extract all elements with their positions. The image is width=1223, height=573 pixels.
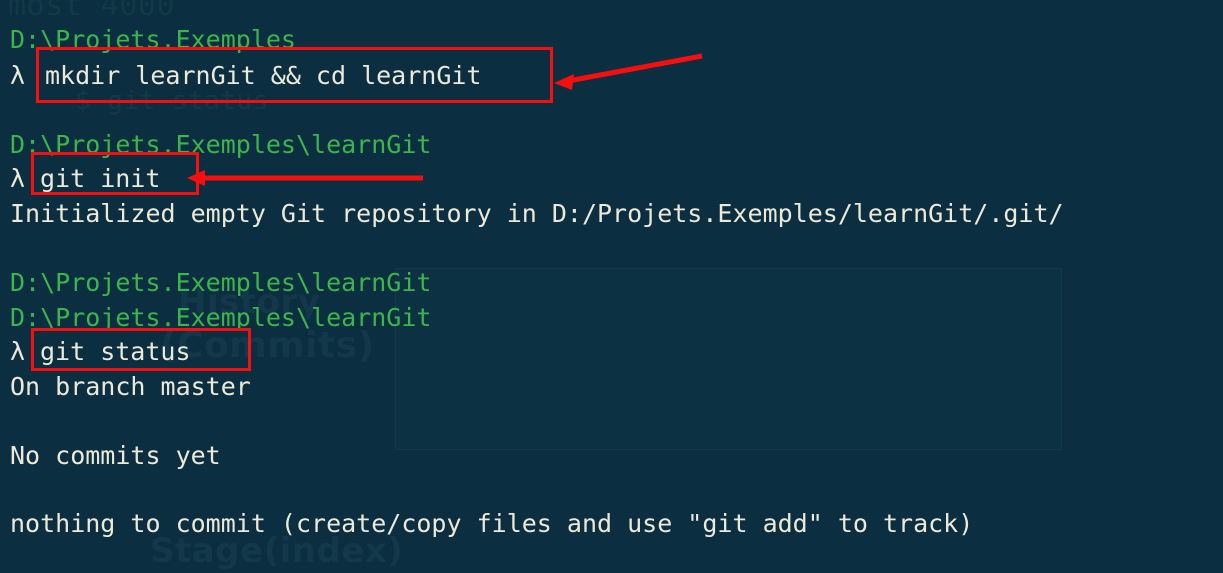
output-no-commits: No commits yet — [10, 441, 221, 470]
prompt-path-line: D:\Projets.Exemples — [10, 25, 296, 54]
terminal-output[interactable]: D:\Projets.Exemples λ mkdir learnGit && … — [0, 0, 1223, 573]
prompt-path-line: D:\Projets.Exemples\learnGit — [10, 303, 432, 332]
command-git-init[interactable]: git init — [40, 161, 160, 198]
terminal-screenshot: most 4000 $ git status History (Commits)… — [0, 0, 1223, 573]
output-nothing-to-commit: nothing to commit (create/copy files and… — [10, 509, 974, 538]
prompt-symbol: λ — [10, 337, 26, 366]
prompt-path-line: D:\Projets.Exemples\learnGit — [10, 268, 432, 297]
prompt-symbol: λ — [10, 61, 26, 90]
prompt-path-line: D:\Projets.Exemples\learnGit — [10, 130, 432, 159]
prompt-symbol: λ — [10, 164, 26, 193]
output-initialized: Initialized empty Git repository in D:/P… — [10, 199, 1064, 228]
output-branch: On branch master — [10, 372, 251, 401]
command-mkdir[interactable]: mkdir learnGit && cd learnGit — [45, 58, 482, 95]
command-git-status[interactable]: git status — [40, 334, 191, 371]
